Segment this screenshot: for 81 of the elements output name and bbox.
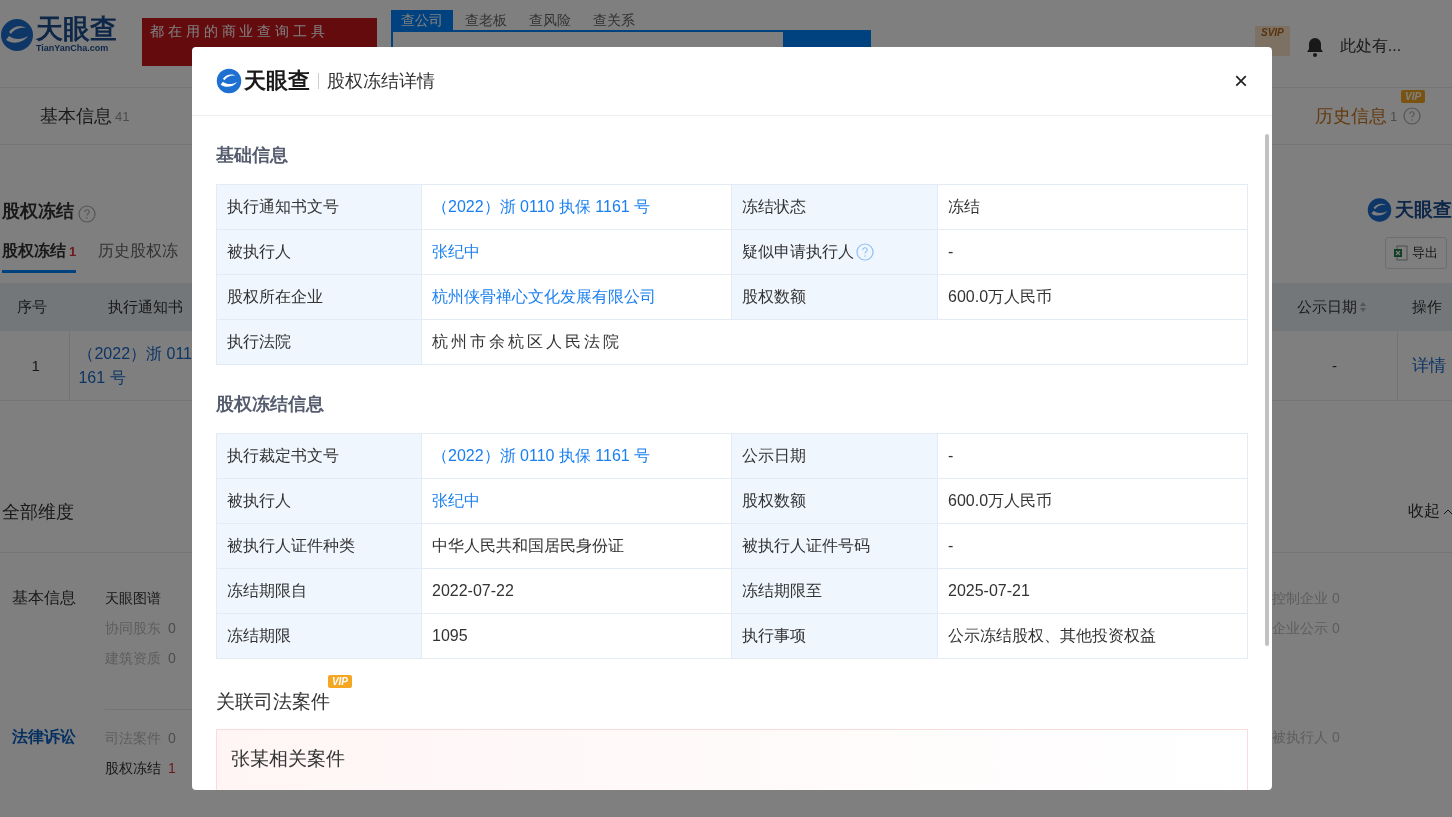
- field-label: 执行法院: [216, 319, 422, 365]
- sub-tab[interactable]: 历史股权冻: [98, 233, 179, 273]
- value-link[interactable]: 杭州侠骨禅心文化发展有限公司: [421, 274, 732, 320]
- section-title: 股权冻结: [2, 200, 74, 223]
- field-label: 冻结期限: [216, 613, 422, 659]
- card-title: 张某相关案件: [231, 748, 345, 769]
- field-label: 股权数额: [731, 478, 938, 524]
- field-value: -: [937, 433, 1248, 479]
- field-value: -: [937, 523, 1248, 569]
- dimension-item[interactable]: 股权冻结 1: [105, 758, 192, 778]
- sub-tab[interactable]: 股权冻结 1: [2, 233, 77, 273]
- search-tab[interactable]: 查公司: [391, 10, 453, 30]
- dimension-category[interactable]: 基本信息: [0, 588, 105, 693]
- sort-icon: [1359, 301, 1367, 313]
- logo-icon: [1367, 197, 1392, 223]
- column-header: 执行通知书: [108, 297, 183, 317]
- field-label: 被执行人证件号码: [731, 523, 938, 569]
- case-number-link[interactable]: （2022）浙 011 161 号: [70, 341, 192, 390]
- column-header[interactable]: 公示日期: [1297, 297, 1412, 317]
- field-label: 被执行人: [216, 229, 422, 275]
- logo-icon: [216, 68, 242, 94]
- field-label: 冻结期限至: [731, 568, 938, 614]
- brand-name: 天眼查: [244, 67, 310, 95]
- dimension-title: 全部维度: [2, 500, 74, 524]
- column-header: 序号: [17, 297, 48, 317]
- field-label: 股权所在企业: [216, 274, 422, 320]
- field-value: 600.0万人民币: [937, 274, 1248, 320]
- user-name[interactable]: 此处有...: [1339, 36, 1402, 57]
- field-value: 2025-07-21: [937, 568, 1248, 614]
- field-value: 中华人民共和国居民身份证: [421, 523, 732, 569]
- field-label: 冻结状态: [731, 184, 938, 230]
- logo-name: 天眼查: [36, 16, 117, 43]
- section-heading: 股权冻结信息: [216, 393, 325, 416]
- field-label: 被执行人: [216, 478, 422, 524]
- field-value: 杭州市余杭区人民法院: [421, 319, 1248, 365]
- column-header: 操作: [1412, 297, 1442, 317]
- search-tab[interactable]: 查风险: [519, 10, 581, 30]
- vip-badge: VIP: [327, 675, 352, 688]
- field-label: 股权数额: [731, 274, 938, 320]
- logo-domain: TianYanCha.com: [36, 43, 110, 53]
- field-label: 公示日期: [731, 433, 938, 479]
- field-label: 执行裁定书文号: [216, 433, 422, 479]
- value-link[interactable]: （2022）浙 0110 执保 1161 号: [421, 433, 732, 479]
- dimension-category[interactable]: 法律诉讼: [0, 727, 105, 813]
- value-link[interactable]: （2022）浙 0110 执保 1161 号: [421, 184, 732, 230]
- field-value: 2022-07-22: [421, 568, 732, 614]
- dialog-title: 股权冻结详情: [327, 70, 435, 93]
- field-value: 600.0万人民币: [937, 478, 1248, 524]
- table-cell-text: -: [1331, 357, 1338, 374]
- page-tab[interactable]: 基本信息: [40, 104, 112, 128]
- field-label: 执行事项: [731, 613, 938, 659]
- section-heading: 基础信息: [216, 144, 289, 167]
- brand-name: 天眼查: [1395, 198, 1452, 222]
- field-label: 疑似申请执行人: [731, 229, 938, 275]
- export-button[interactable]: 导出: [1385, 237, 1447, 269]
- vip-badge: VIP: [1401, 90, 1426, 103]
- scrollbar-thumb[interactable]: [1265, 134, 1269, 646]
- search-tab[interactable]: 查关系: [583, 10, 645, 30]
- chevron-icon: [1443, 508, 1452, 515]
- detail-link[interactable]: 详情: [1398, 354, 1446, 377]
- field-label: 冻结期限自: [216, 568, 422, 614]
- value-link[interactable]: 张纪中: [421, 478, 732, 524]
- spreadsheet-icon: [1394, 245, 1408, 261]
- help-icon: [78, 205, 96, 223]
- field-value: 冻结: [937, 184, 1248, 230]
- field-label: 被执行人证件种类: [216, 523, 422, 569]
- help-icon: [1403, 107, 1422, 125]
- help-icon: [856, 243, 874, 261]
- field-label: 执行通知书文号: [216, 184, 422, 230]
- field-value: -: [937, 229, 1248, 275]
- section-heading: 关联司法案件: [216, 691, 330, 712]
- page-tab[interactable]: 历史信息: [1315, 104, 1387, 128]
- close-button[interactable]: ×: [1234, 69, 1248, 93]
- search-tab[interactable]: 查老板: [455, 10, 517, 30]
- dimension-item[interactable]: 天眼图谱: [105, 588, 192, 608]
- value-link[interactable]: 张纪中: [421, 229, 732, 275]
- bell-icon[interactable]: [1305, 36, 1324, 57]
- field-value: 1095: [421, 613, 732, 659]
- field-value: 公示冻结股权、其他投资权益: [937, 613, 1248, 659]
- collapse-button[interactable]: 收起: [1408, 501, 1452, 522]
- table-cell-text: 1: [30, 357, 41, 374]
